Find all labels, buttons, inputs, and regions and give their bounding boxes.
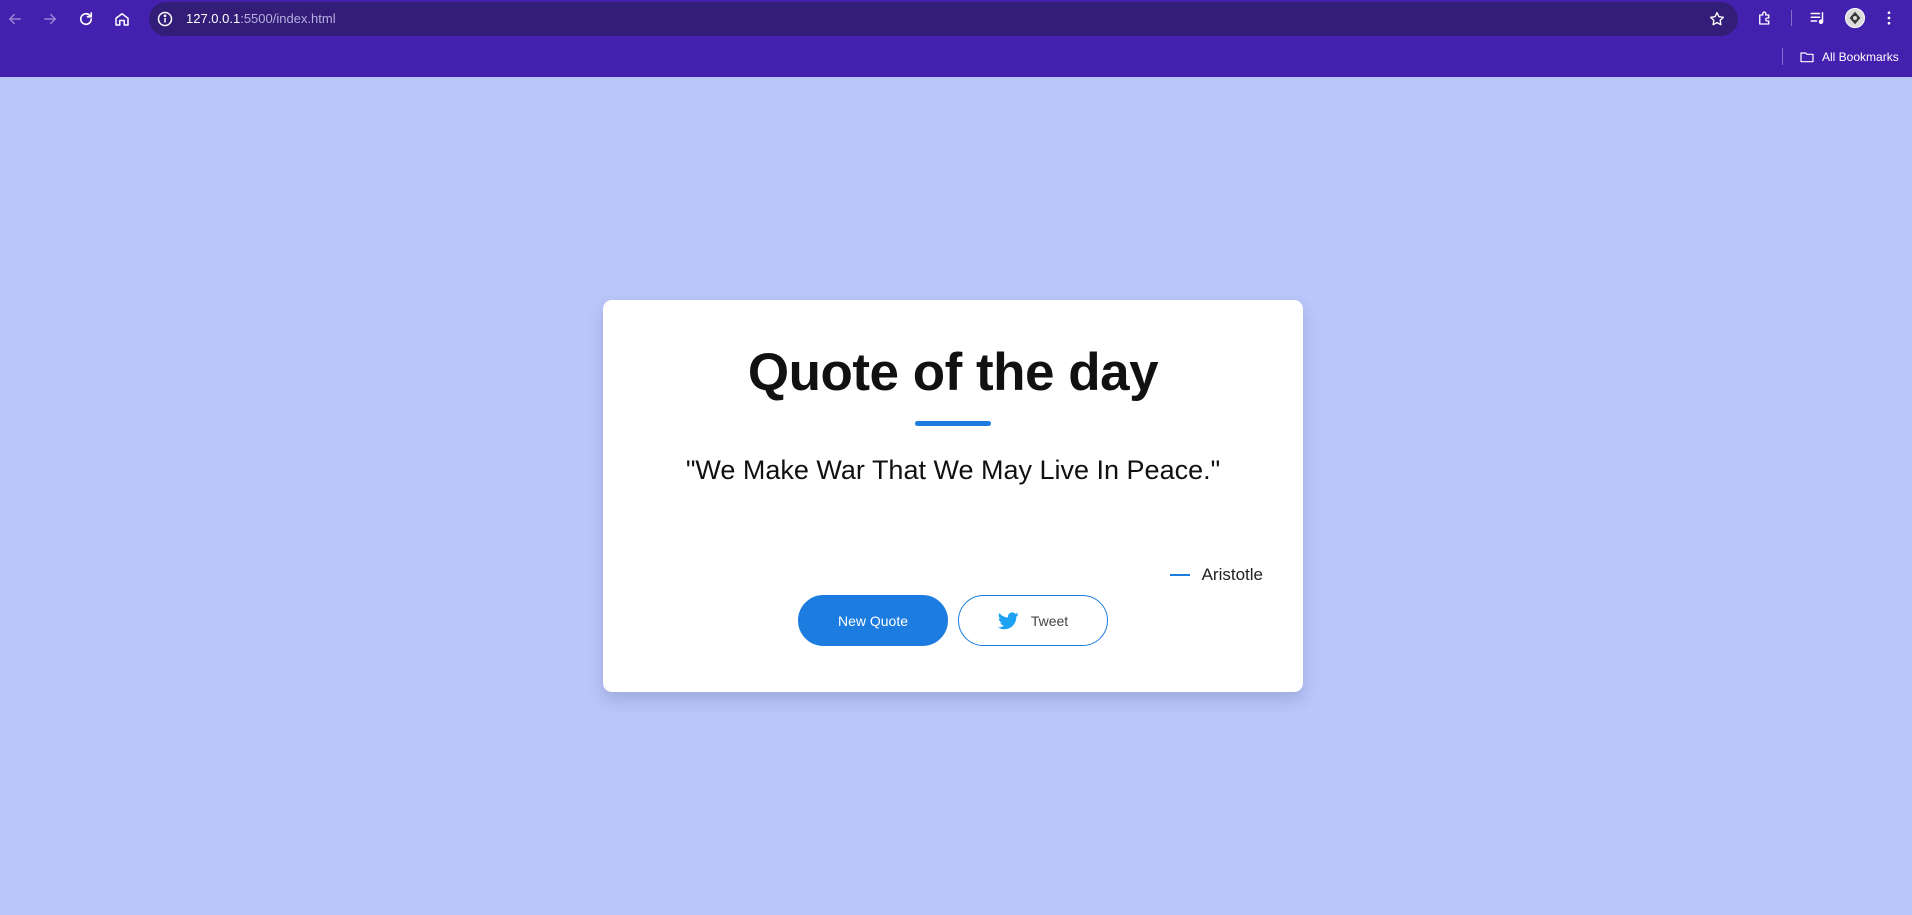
reload-button[interactable] [74, 7, 98, 31]
folder-icon [1800, 52, 1814, 63]
new-quote-label: New Quote [837, 612, 909, 629]
reload-icon [79, 12, 93, 26]
url-host: 127.0.0.1 [186, 11, 241, 26]
back-icon [9, 13, 21, 25]
back-button[interactable] [3, 7, 27, 31]
new-quote-button[interactable]: New Quote [798, 595, 948, 646]
quote-card: Quote of the day "We Make War That We Ma… [603, 300, 1303, 692]
avatar-image [1846, 9, 1864, 27]
page-content: Quote of the day "We Make War That We Ma… [0, 77, 1912, 915]
extensions-icon [1759, 11, 1770, 25]
all-bookmarks-label: All Bookmarks [1822, 50, 1899, 64]
bookmarks-bar: All Bookmarks [0, 38, 1912, 77]
home-icon [115, 13, 129, 26]
site-info-icon[interactable] [157, 11, 173, 27]
tweet-label: Tweet [1030, 612, 1069, 629]
all-bookmarks-button[interactable]: All Bookmarks [1799, 47, 1899, 67]
bookmarks-divider [1782, 48, 1783, 65]
author-row: Aristotle [1169, 564, 1263, 586]
more-menu-button[interactable] [1879, 8, 1899, 28]
forward-icon [44, 13, 56, 25]
home-button[interactable] [110, 7, 134, 31]
media-controls-button[interactable] [1808, 8, 1828, 28]
browser-chrome: 127.0.0.1:5500/index.html All Bookmarks [0, 0, 1912, 77]
author-name: Aristotle [1201, 565, 1263, 584]
author-dash [1169, 574, 1190, 576]
media-controls-icon [1810, 12, 1824, 24]
extensions-button[interactable] [1755, 8, 1775, 28]
forward-button[interactable] [38, 7, 62, 31]
toolbar-divider [1791, 10, 1792, 26]
address-bar[interactable]: 127.0.0.1:5500/index.html [149, 2, 1738, 36]
more-icon [1887, 11, 1891, 25]
avatar[interactable] [1845, 8, 1865, 28]
tweet-button[interactable]: Tweet [958, 595, 1108, 646]
twitter-icon [997, 611, 1019, 630]
card-title: Quote of the day [747, 343, 1159, 402]
star-icon[interactable] [1708, 10, 1726, 28]
quote-text: "We Make War That We May Live In Peace." [685, 455, 1221, 485]
browser-toolbar: 127.0.0.1:5500/index.html [0, 0, 1912, 38]
url-text[interactable]: 127.0.0.1:5500/index.html [186, 11, 336, 27]
url-path: :5500/index.html [240, 11, 336, 26]
title-underline [915, 421, 991, 426]
